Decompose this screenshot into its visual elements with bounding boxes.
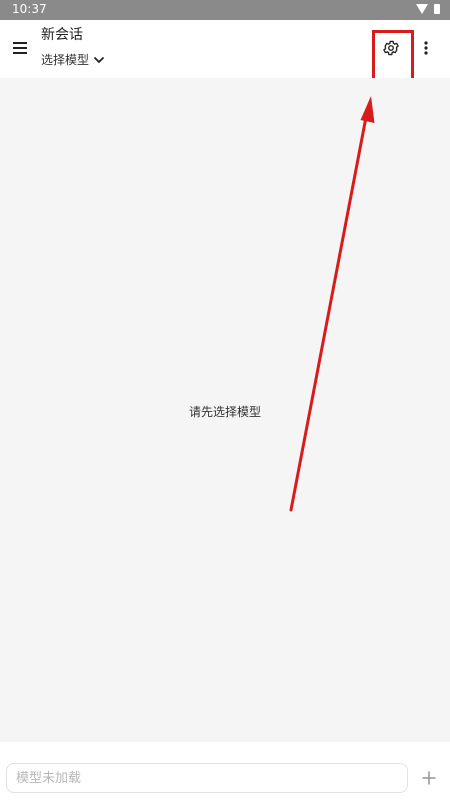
- gear-icon: [383, 40, 399, 56]
- message-input[interactable]: [6, 763, 408, 793]
- add-button[interactable]: [419, 768, 439, 788]
- composer-bar: [0, 742, 450, 800]
- page-title: 新会话: [41, 27, 83, 43]
- vertical-ellipsis-icon: [424, 41, 428, 55]
- hamburger-menu-icon: [13, 42, 27, 54]
- wifi-icon: [416, 4, 428, 14]
- status-icons: [416, 4, 440, 14]
- title-block: 新会话 选择模型: [41, 27, 105, 68]
- status-time: 10:37: [12, 2, 47, 16]
- empty-state-hint: 请先选择模型: [188, 405, 261, 419]
- app-bar: 新会话 选择模型: [0, 20, 450, 90]
- plus-icon: [422, 771, 436, 785]
- more-options-button[interactable]: [418, 36, 434, 60]
- menu-button[interactable]: [8, 36, 32, 60]
- chevron-down-icon: [93, 56, 105, 63]
- settings-button[interactable]: [379, 36, 403, 60]
- model-selector[interactable]: 选择模型: [41, 51, 105, 68]
- chat-area: 请先选择模型: [0, 78, 450, 742]
- app-screen: 10:37 新会话 选择模型 请先选择模型 模型未加载: [0, 0, 450, 800]
- model-selector-label: 选择模型: [41, 53, 90, 67]
- battery-icon: [434, 4, 440, 14]
- status-bar: 10:37: [0, 0, 450, 20]
